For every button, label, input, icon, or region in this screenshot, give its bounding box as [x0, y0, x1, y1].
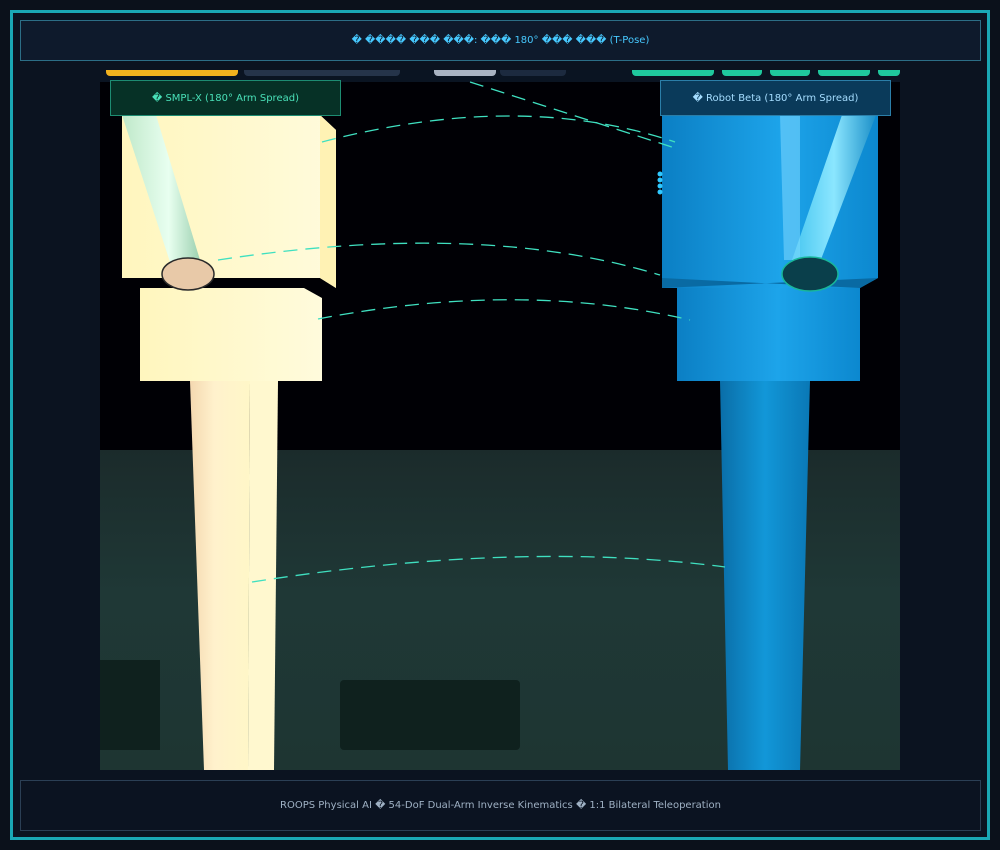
robot-shoulder-joint: [781, 256, 839, 292]
footer-bar: ROOPS Physical AI � 54-DoF Dual-Arm Inve…: [20, 780, 981, 831]
smpl-label-text: � SMPL-X (180° Arm Spread): [152, 92, 299, 104]
smpl-leg-right: [248, 381, 278, 770]
robot-pelvis-block: [677, 288, 860, 381]
header-bar: � ���� ��� ���: ��� 180° ��� ��� (T-Pose…: [20, 20, 981, 61]
robot-hand-marker: [657, 171, 663, 195]
robot-label-text: � Robot Beta (180° Arm Spread): [692, 92, 859, 104]
3d-viewport[interactable]: � SMPL-X (180° Arm Spread) � Robot Beta …: [100, 70, 900, 770]
page-title: � ���� ��� ���: ��� 180° ��� ��� (T-Pose…: [351, 35, 650, 46]
smpl-pelvis-block: [140, 288, 322, 381]
robot-figure[interactable]: [657, 115, 879, 770]
scene-graphics: [122, 81, 879, 770]
smpl-leg-left: [190, 381, 250, 770]
smpl-figure[interactable]: [122, 115, 336, 770]
robot-label: � Robot Beta (180° Arm Spread): [660, 80, 891, 116]
smpl-label: � SMPL-X (180° Arm Spread): [110, 80, 341, 116]
smpl-shoulder-joint: [161, 257, 215, 291]
link-line-shoulder: [321, 115, 676, 143]
link-line-knee: [251, 555, 726, 583]
link-line-head: [469, 81, 676, 149]
robot-leg: [720, 381, 810, 770]
footer-text: ROOPS Physical AI � 54-DoF Dual-Arm Inve…: [280, 800, 721, 811]
link-line-hip: [317, 299, 691, 321]
